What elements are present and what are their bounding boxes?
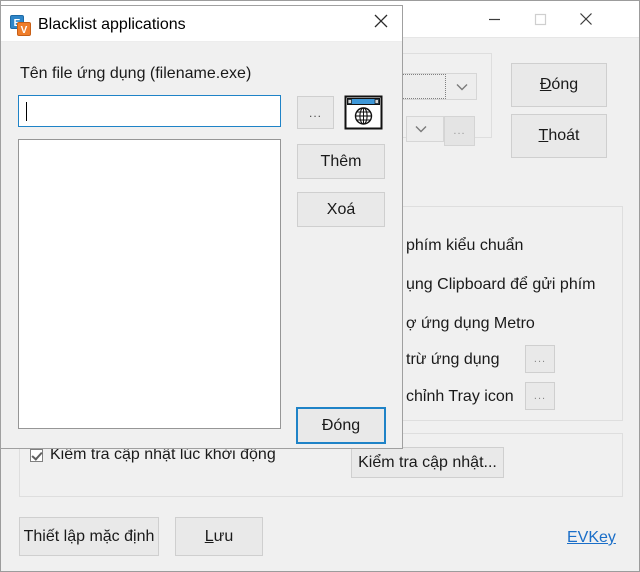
close-icon bbox=[373, 13, 389, 34]
option-label-standard-key: phím kiểu chuẩn bbox=[406, 237, 524, 254]
minimize-button[interactable] bbox=[471, 1, 517, 37]
window-globe-picker-icon[interactable] bbox=[344, 95, 383, 130]
filename-field-label: Tên file ứng dụng (filename.exe) bbox=[20, 65, 252, 82]
option-label-tray-icon: chỉnh Tray icon bbox=[406, 388, 514, 405]
option-label-exclude-apps: trừ ứng dụng bbox=[406, 351, 500, 368]
close-button[interactable] bbox=[563, 1, 609, 37]
save-button[interactable]: Lưu bbox=[175, 517, 263, 556]
svg-text:V: V bbox=[21, 25, 28, 36]
exclude-apps-more-button[interactable]: ... bbox=[525, 345, 555, 373]
delete-button[interactable]: Xoá bbox=[297, 192, 385, 227]
charset-more-button[interactable]: ... bbox=[444, 116, 475, 146]
chevron-down-icon bbox=[407, 117, 435, 141]
chevron-down-icon bbox=[448, 74, 476, 99]
input-method-combo[interactable] bbox=[391, 73, 477, 100]
add-button[interactable]: Thêm bbox=[297, 144, 385, 179]
close-app-button-rest: óng bbox=[551, 76, 579, 93]
close-icon bbox=[579, 12, 593, 26]
blacklist-dialog: E V Blacklist applications Tên file ứng … bbox=[0, 5, 403, 449]
dialog-title: Blacklist applications bbox=[38, 16, 186, 33]
save-button-rest: ưu bbox=[213, 527, 234, 545]
close-app-button-accel: Đ bbox=[539, 76, 552, 93]
option-row-exclude-apps[interactable]: trừ ứng dụng bbox=[406, 347, 499, 373]
option-row-metro[interactable]: ợ ứng dụng Metro bbox=[406, 311, 535, 337]
option-label-metro: ợ ứng dụng Metro bbox=[406, 315, 535, 332]
browse-file-button[interactable]: ... bbox=[297, 96, 334, 129]
maximize-icon bbox=[534, 13, 547, 26]
option-row-standard-key[interactable]: phím kiểu chuẩn bbox=[406, 233, 523, 259]
tray-icon-more-button[interactable]: ... bbox=[525, 382, 555, 410]
dialog-close-button[interactable] bbox=[359, 6, 403, 41]
maximize-button[interactable] bbox=[517, 1, 563, 37]
check-update-button[interactable]: Kiểm tra cập nhật... bbox=[351, 447, 504, 478]
charset-combo[interactable] bbox=[406, 116, 444, 142]
blacklist-listbox[interactable] bbox=[18, 139, 281, 429]
dialog-titlebar: E V Blacklist applications bbox=[1, 6, 402, 42]
restore-defaults-button[interactable]: Thiết lập mặc định bbox=[19, 517, 159, 556]
dialog-close-action-button[interactable]: Đóng bbox=[296, 407, 386, 444]
checkbox-indicator bbox=[30, 448, 43, 462]
quit-app-button[interactable]: Thoát bbox=[511, 114, 607, 158]
screen: ... Đóng Thoát phím kiểu chuẩn ụng Clipb… bbox=[0, 0, 640, 572]
option-row-tray-icon[interactable]: chỉnh Tray icon bbox=[406, 384, 514, 410]
filename-input[interactable] bbox=[18, 95, 281, 127]
option-label-clipboard: ụng Clipboard để gửi phím bbox=[406, 276, 596, 293]
quit-app-button-accel: T bbox=[538, 127, 549, 144]
evkey-link[interactable]: EVKey bbox=[567, 529, 616, 547]
save-button-accel: L bbox=[204, 527, 214, 545]
option-row-clipboard[interactable]: ụng Clipboard để gửi phím bbox=[406, 272, 596, 298]
text-caret bbox=[26, 102, 27, 121]
minimize-icon bbox=[488, 13, 501, 26]
close-app-button[interactable]: Đóng bbox=[511, 63, 607, 107]
quit-app-button-rest: hoát bbox=[548, 127, 580, 144]
evkey-app-icon: E V bbox=[10, 15, 31, 36]
